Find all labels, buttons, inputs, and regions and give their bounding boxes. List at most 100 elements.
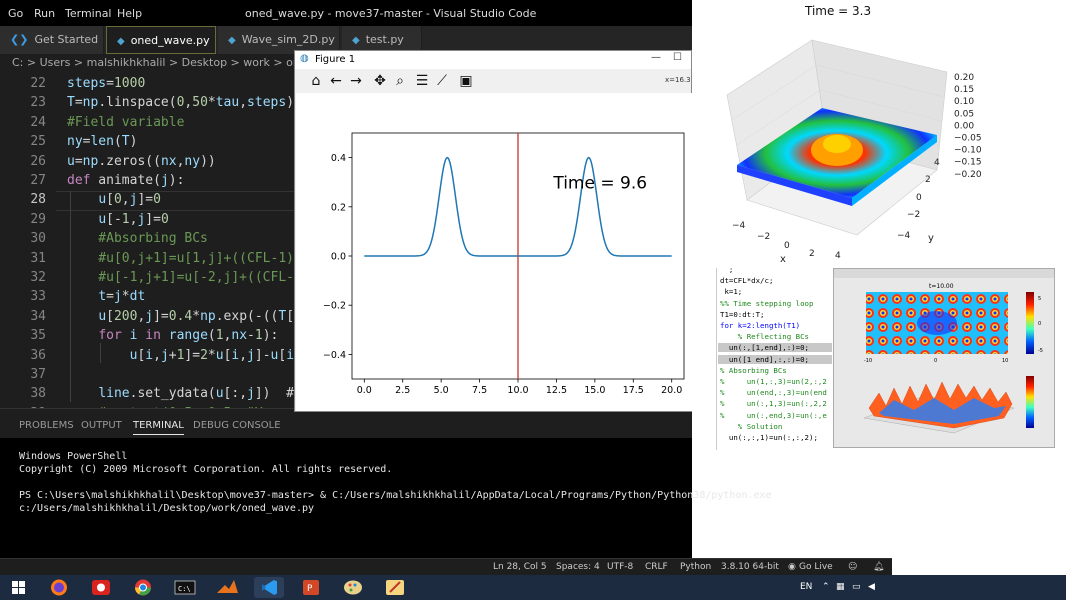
matlab-figure-toolbar[interactable] — [834, 269, 1054, 278]
tab-label: Wave_sim_2D.py — [241, 33, 335, 46]
language-indicator[interactable]: EN — [800, 582, 812, 592]
surface-plot-image: Time = 3.3 0.20 0.15 0.10 0.05 0.00 −0.0… — [692, 0, 1066, 270]
matplotlib-icon: ◍ — [300, 53, 309, 64]
tray-chevron-icon[interactable]: ⌃ — [822, 582, 830, 592]
pan-icon[interactable]: ✥ — [371, 72, 389, 90]
configure-icon[interactable]: ☰ — [413, 72, 431, 90]
line-number: 36 — [30, 347, 46, 363]
tab-output[interactable]: OUTPUT — [81, 420, 122, 431]
line-text: t=j*dt — [98, 289, 146, 305]
volume-icon[interactable]: ◀︎ — [868, 582, 875, 592]
x-tick-label: 7.5 — [472, 385, 487, 396]
wave-line-chart: 0.0 2.5 5.0 7.5 10.0 12.5 15.0 17.5 20.0 0.4 0.2 0.… — [323, 132, 685, 396]
menu-help[interactable]: Help — [117, 7, 142, 20]
cisco-webex-icon[interactable] — [86, 577, 116, 598]
x-tick-label: 0 — [784, 241, 790, 251]
matlab-figure: t=10.00 5 0 -5 -10 0 10 — [833, 268, 1055, 448]
home-icon[interactable]: ⌂ — [307, 72, 325, 90]
line-text: def animate(j): — [67, 173, 185, 188]
feedback-icon[interactable]: ☺ — [848, 562, 857, 572]
z-tick-label: 0.20 — [954, 73, 974, 83]
matlab-code-editor[interactable]: ; dt=CFL*dx/c; k=1;%% Time stepping loop T… — [716, 268, 836, 450]
menu-run[interactable]: Run — [34, 7, 55, 20]
forward-icon[interactable]: → — [347, 72, 365, 90]
language-mode[interactable]: Python — [680, 562, 711, 572]
tab-problems[interactable]: PROBLEMS — [19, 420, 74, 431]
windows-start-icon[interactable] — [4, 577, 34, 598]
colorbar-top — [1026, 292, 1034, 354]
figure-title-bar: ◍ Figure 1 — ☐ — [295, 51, 691, 69]
powerpoint-icon[interactable]: P — [296, 577, 326, 598]
terminal[interactable]: Windows PowerShell Copyright (C) 2009 Mi… — [0, 438, 772, 558]
tab-terminal[interactable]: TERMINAL — [133, 420, 184, 435]
tab-label: Get Started — [34, 33, 99, 46]
bell-icon[interactable]: 🔔︎ — [873, 562, 884, 572]
x-tick-label: −2 — [757, 232, 770, 242]
line-text: #u[0,j+1]=u[1,j]+((CFL-1) — [67, 250, 294, 266]
python-file-icon: ◆ — [352, 35, 360, 46]
matlab-icon[interactable] — [212, 577, 242, 598]
save-icon[interactable]: ▣ — [457, 72, 475, 90]
line-text: u=np.zeros((nx,ny)) — [67, 153, 216, 169]
x-tick-label: 0.0 — [357, 385, 372, 396]
firefox-icon[interactable] — [44, 577, 74, 598]
z-tick-label: −0.15 — [954, 158, 982, 168]
screen: Go Run Terminal Help oned_wave.py - move… — [0, 0, 1066, 600]
zoom-icon[interactable]: ⌕ — [391, 72, 409, 90]
x-tick: 10 — [1002, 358, 1008, 364]
matlab-plots: 5 0 -5 -10 0 10 — [863, 292, 1043, 434]
y-tick-label: 0.0 — [331, 252, 346, 263]
line-number: 35 — [30, 328, 46, 344]
matlab-code-line: %% Time stepping loop — [720, 298, 814, 308]
y-tick-label: −0.2 — [323, 301, 346, 312]
line-number: 25 — [30, 134, 46, 150]
cursor-position[interactable]: Ln 28, Col 5 — [493, 562, 547, 572]
z-tick-label: −0.20 — [954, 170, 982, 180]
line-ending[interactable]: CRLF — [645, 562, 668, 572]
go-live-button[interactable]: Go Live — [799, 562, 833, 572]
terminal-line: Copyright (C) 2009 Microsoft Corporation… — [19, 464, 393, 475]
x-tick-label: 15.0 — [584, 385, 605, 396]
encoding[interactable]: UTF-8 — [607, 562, 633, 572]
x-tick-label: −4 — [732, 221, 746, 231]
paint-icon[interactable] — [338, 577, 368, 598]
x-axis-label: x — [780, 254, 786, 265]
tab-get-started[interactable]: ❮❯ Get Started — [0, 26, 104, 54]
indentation[interactable]: Spaces: 4 — [556, 562, 600, 572]
command-prompt-icon[interactable]: C:\ — [170, 577, 200, 598]
vscode-taskbar-icon[interactable] — [254, 577, 284, 598]
line-text: #u[-1,j+1]=u[-2,j]+((CFL- — [67, 270, 294, 285]
y-tick-label: −4 — [897, 231, 911, 241]
line-number: 28 — [30, 192, 46, 208]
y-axis-label: y — [928, 233, 934, 244]
line-text: steps=1000 — [67, 76, 146, 91]
interpreter-version[interactable]: 3.8.10 64-bit — [721, 562, 779, 572]
chrome-icon[interactable] — [128, 577, 158, 598]
menu-terminal[interactable]: Terminal — [65, 7, 112, 20]
minimize-icon[interactable]: — — [651, 52, 661, 63]
x-tick-label: 10.0 — [507, 385, 528, 396]
tool-icon[interactable] — [380, 577, 410, 598]
z-tick-label: 0.10 — [954, 97, 974, 107]
battery-icon[interactable]: ▭ — [852, 582, 861, 592]
x-tick-label: 12.5 — [546, 385, 567, 396]
network-icon[interactable]: ▦ — [836, 582, 845, 592]
y-tick-label: 0.4 — [331, 153, 346, 164]
tab-oned-wave[interactable]: ◆oned_wave.py✕ — [106, 26, 227, 54]
x-tick-label: 5.0 — [434, 385, 449, 396]
matlab-code-line: % un(end,:,3)=un(end — [720, 388, 827, 398]
edit-axis-icon[interactable]: ⟋ — [433, 72, 451, 90]
surface-peak-top — [823, 135, 851, 153]
figure-canvas[interactable]: 0.0 2.5 5.0 7.5 10.0 12.5 15.0 17.5 20.0 0.4 0.2 0.… — [296, 93, 692, 411]
tab-debug-console[interactable]: DEBUG CONSOLE — [193, 420, 281, 431]
line-number: 29 — [30, 211, 46, 227]
back-icon[interactable]: ← — [327, 72, 345, 90]
z-tick-label: −0.05 — [954, 134, 982, 144]
heatmap-center — [917, 311, 957, 335]
menu-go[interactable]: Go — [8, 7, 23, 20]
maximize-icon[interactable]: ☐ — [673, 52, 682, 63]
tab-label: test.py — [365, 33, 404, 46]
y-tick-label: 0 — [916, 193, 922, 203]
matlab-code-line: % un(:,end,3)=un(:,e — [720, 410, 827, 420]
line-number: 31 — [30, 250, 46, 266]
